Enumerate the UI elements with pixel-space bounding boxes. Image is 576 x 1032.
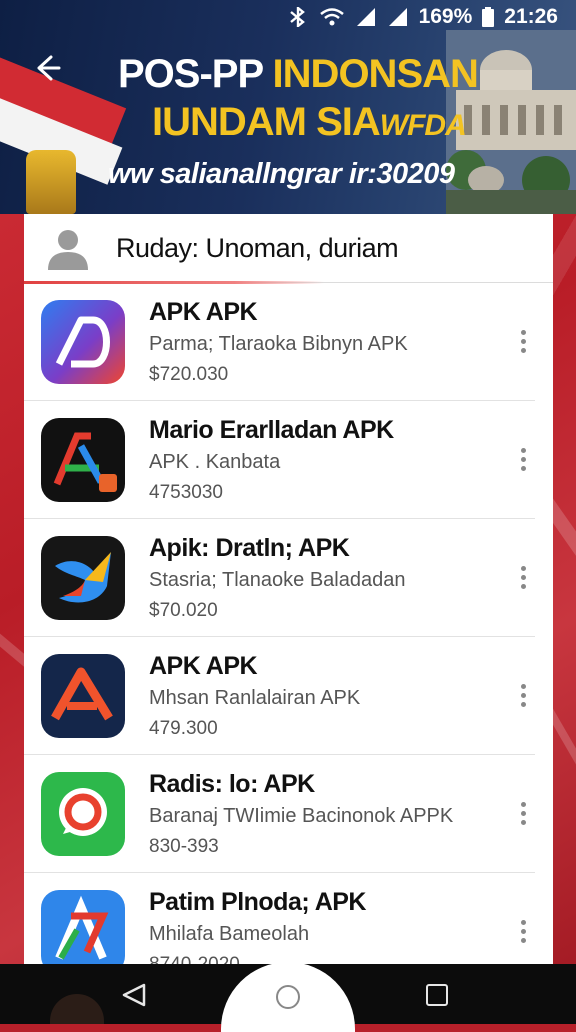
- list-item-text: Radis: lo: APK Baranaj TWIimie Bacinonok…: [149, 770, 511, 858]
- app-subtitle: Mhilafa Bameolah: [149, 922, 310, 945]
- app-title: Patim Plnoda; APK: [149, 887, 367, 916]
- more-options-icon[interactable]: [511, 912, 535, 952]
- app-title: Radis: lo: APK: [149, 769, 315, 798]
- partial-person-image: [50, 994, 104, 1024]
- user-icon: [48, 230, 88, 270]
- battery-percent: 169%: [418, 5, 473, 28]
- app-price: 8740-2020: [149, 953, 240, 965]
- app-title: APK APK: [149, 297, 258, 326]
- app-subtitle: Baranaj TWIimie Bacinonok APPK: [149, 804, 454, 827]
- battery-icon: [482, 7, 495, 27]
- banner-title-line1: POS-PP INDONSAN: [118, 52, 479, 96]
- system-nav-bar: [0, 962, 576, 1032]
- apk-blue-red-a-icon: [41, 889, 125, 964]
- app-title: Apik: Dratln; APK: [149, 533, 350, 562]
- app-subtitle: Parma; Tlaraoka Bibnyn APK: [149, 332, 408, 355]
- app-list-card: Ruday: Unoman, duriam APK APK Parma; Tla…: [24, 214, 553, 964]
- list-item[interactable]: Apik: Dratln; APK Stasria; Tlanaoke Bala…: [24, 519, 535, 637]
- app-price: $70.020: [149, 599, 218, 621]
- list-item-text: APK APK Parma; Tlaraoka Bibnyn APK $720.…: [149, 298, 511, 386]
- list-item[interactable]: Radis: lo: APK Baranaj TWIimie Bacinonok…: [24, 755, 535, 873]
- more-options-icon[interactable]: [511, 794, 535, 834]
- list-item[interactable]: Patim Plnoda; APK Mhilafa Bameolah 8740-…: [24, 873, 535, 964]
- app-price: 479.300: [149, 717, 218, 739]
- signal-icon: [356, 8, 375, 26]
- list-item-text: Mario Erarlladan APK APK . Kanbata 47530…: [149, 416, 511, 504]
- wifi-icon: [319, 8, 344, 26]
- app-price: $720.030: [149, 363, 229, 385]
- list-item[interactable]: Mario Erarlladan APK APK . Kanbata 47530…: [24, 401, 535, 519]
- back-button[interactable]: [26, 48, 66, 88]
- list-header-title: Ruday: Unoman, duriam: [116, 232, 399, 263]
- app-subtitle: Mhsan Ranlalairan APK: [149, 686, 361, 709]
- apk-navy-orange-icon: [41, 653, 125, 738]
- list-item-text: Apik: Dratln; APK Stasria; Tlanaoke Bala…: [149, 534, 511, 622]
- home-circle-icon: [276, 985, 300, 1009]
- app-title: Mario Erarlladan APK: [149, 415, 394, 444]
- more-options-icon[interactable]: [511, 558, 535, 598]
- list-item-text: Patim Plnoda; APK Mhilafa Bameolah 8740-…: [149, 888, 511, 965]
- app-subtitle: APK . Kanbata: [149, 450, 281, 473]
- list-header: Ruday: Unoman, duriam: [24, 214, 553, 284]
- clock: 21:26: [504, 5, 558, 28]
- more-options-icon[interactable]: [511, 440, 535, 480]
- status-bar: 169% 21:26: [0, 0, 576, 34]
- arrow-left-icon: [37, 55, 61, 81]
- app-price: 4753030: [149, 481, 223, 503]
- list-item[interactable]: APK APK Mhsan Ranlalairan APK 479.300: [24, 637, 535, 755]
- nav-recents-icon[interactable]: [426, 984, 448, 1006]
- app-price: 830-393: [149, 835, 219, 857]
- trophy-icon: [26, 150, 76, 214]
- app-title: APK APK: [149, 651, 258, 680]
- nav-home-button[interactable]: [221, 962, 355, 1032]
- more-options-icon[interactable]: [511, 676, 535, 716]
- apk-blue-red-icon: [41, 299, 125, 384]
- list-item[interactable]: APK APK Parma; Tlaraoka Bibnyn APK $720.…: [24, 283, 535, 401]
- app-subtitle: Stasria; Tlanaoke Baladadan: [149, 568, 406, 591]
- apk-black-multicolor-icon: [41, 417, 125, 502]
- more-options-icon[interactable]: [511, 322, 535, 362]
- apk-green-chat-icon: [41, 771, 125, 856]
- bluetooth-icon: [289, 7, 305, 27]
- apk-bird-icon: [41, 535, 125, 620]
- banner-subtitle: ww salianallngrar ir:30209: [108, 158, 455, 190]
- list-item-text: APK APK Mhsan Ranlalairan APK 479.300: [149, 652, 511, 740]
- banner-title-line2: IUNDAM SIAWFDA: [152, 100, 467, 144]
- nav-back-icon[interactable]: [120, 982, 148, 1008]
- signal-icon-2: [388, 8, 407, 26]
